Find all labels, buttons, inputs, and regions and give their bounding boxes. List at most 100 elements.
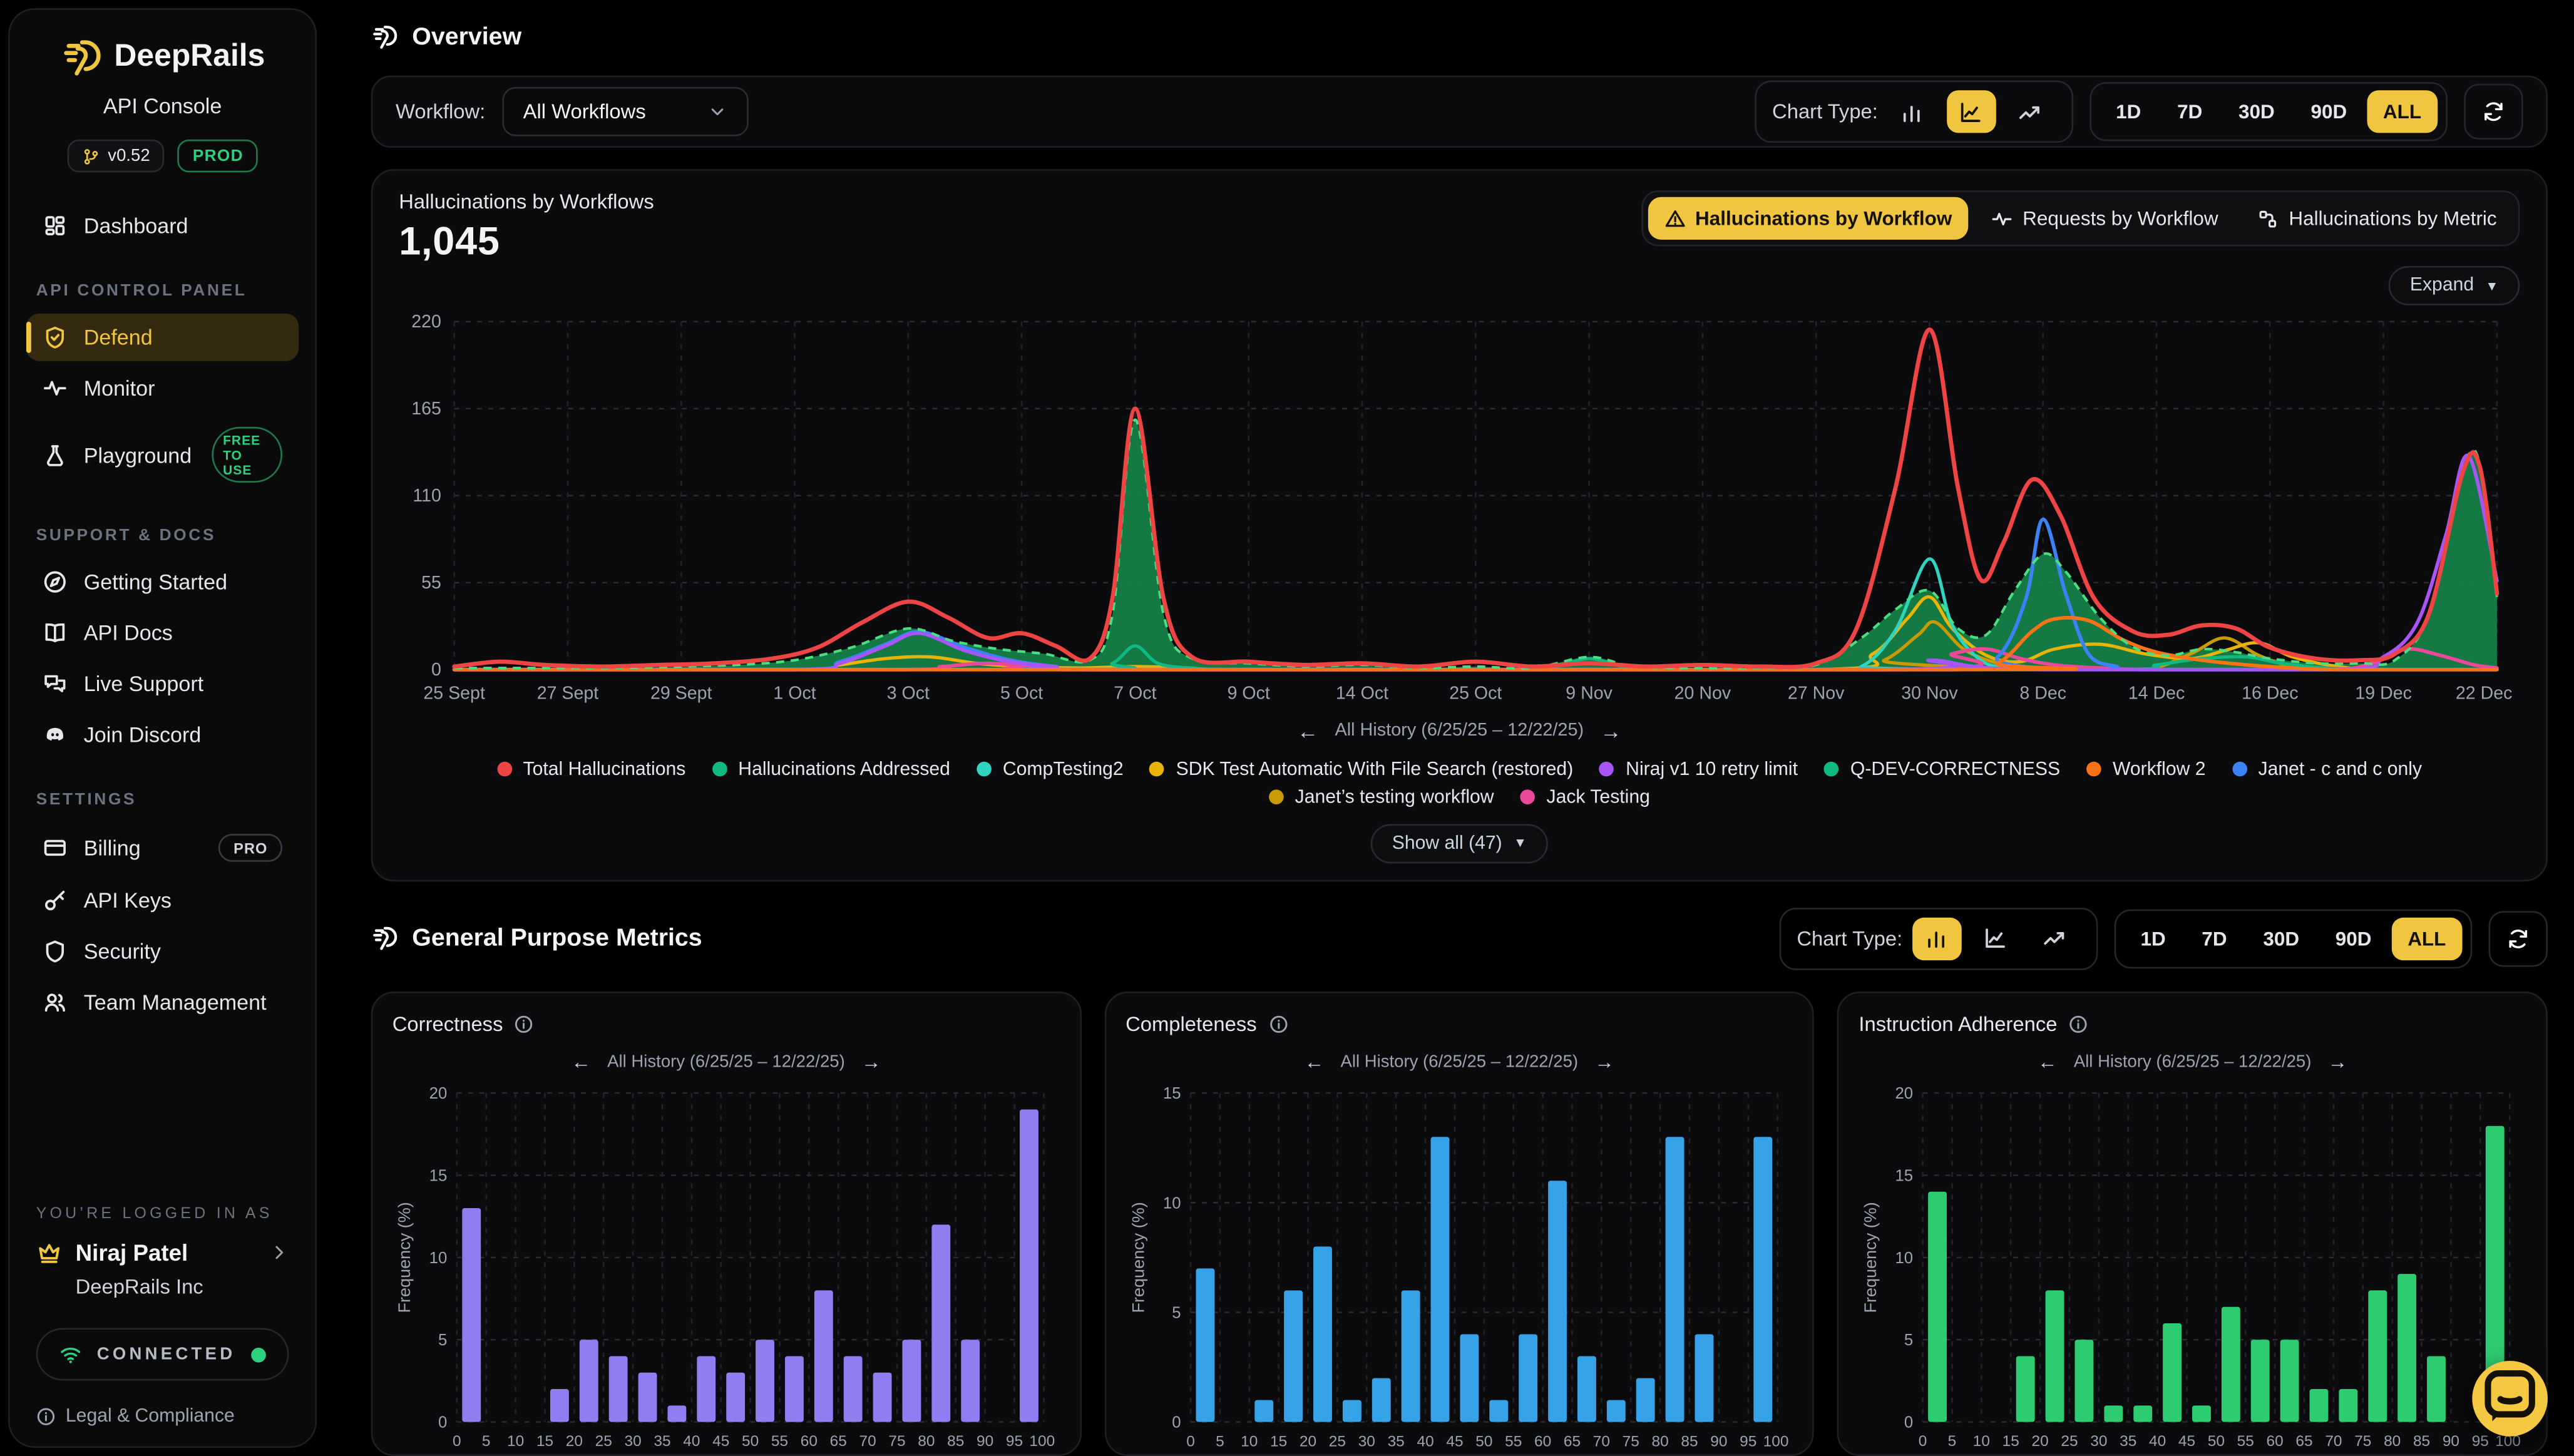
chat-icon [43, 672, 67, 696]
arrow-left-icon[interactable]: ← [2038, 1050, 2057, 1074]
workflow-select[interactable]: All Workflows [502, 87, 748, 136]
info-icon[interactable] [1268, 1014, 1288, 1033]
refresh-button[interactable] [2464, 84, 2523, 140]
sidebar-item-api-keys[interactable]: API Keys [26, 876, 299, 924]
legend-item-hallucinations-addressed[interactable]: Hallucinations Addressed [712, 759, 950, 779]
svg-text:65: 65 [1563, 1432, 1580, 1449]
arrow-left-icon[interactable]: ← [571, 1050, 590, 1074]
svg-text:19 Dec: 19 Dec [2355, 684, 2412, 704]
sidebar-item-label: Security [84, 939, 161, 963]
svg-text:0: 0 [431, 660, 441, 680]
svg-text:55: 55 [2238, 1432, 2255, 1449]
legend-item-sdk-test-automatic-with-file-search-restored[interactable]: SDK Test Automatic With File Search (res… [1150, 759, 1574, 779]
svg-text:25: 25 [2061, 1432, 2078, 1449]
deeprails-logo-icon [371, 925, 399, 953]
show-all-button[interactable]: Show all (47) ▼ [1371, 824, 1548, 863]
range-1d-button[interactable]: 1D [2124, 917, 2182, 960]
legend-item-q-dev-correctness[interactable]: Q-DEV-CORRECTNESS [1824, 759, 2060, 779]
range-7d-button[interactable]: 7D [2161, 90, 2219, 133]
chart-type-line-button[interactable] [1971, 917, 2021, 960]
chart-type-line-button[interactable] [1947, 90, 1996, 133]
legend-item-janets-testing-workflow[interactable]: Janet’s testing workflow [1269, 787, 1494, 807]
svg-text:22 Dec: 22 Dec [2456, 684, 2512, 704]
sidebar-item-api-docs[interactable]: API Docs [26, 609, 299, 657]
legend-item-total-hallucinations[interactable]: Total Hallucinations [497, 759, 686, 779]
chart-type-bar-button[interactable] [1912, 917, 1962, 960]
legal-label: Legal & Compliance [66, 1407, 235, 1426]
metric-icon [2258, 208, 2279, 229]
sidebar-item-join-discord[interactable]: Join Discord [26, 710, 299, 758]
svg-text:30: 30 [1358, 1432, 1375, 1449]
info-icon[interactable] [2069, 1014, 2088, 1033]
svg-text:Frequency (%): Frequency (%) [395, 1201, 414, 1312]
info-icon [36, 1407, 56, 1426]
svg-text:165: 165 [411, 399, 441, 419]
range-30d-button[interactable]: 30D [2247, 917, 2315, 960]
tab-label: Hallucinations by Metric [2289, 207, 2496, 230]
item-badge: PRO [219, 834, 282, 862]
range-90d-button[interactable]: 90D [2294, 90, 2363, 133]
range-30d-button[interactable]: 30D [2222, 90, 2291, 133]
tab-hallucinations-by-workflow[interactable]: Hallucinations by Workflow [1648, 197, 1969, 240]
chart-type-group: Chart Type: [1754, 80, 2073, 143]
legend-item-workflow-2[interactable]: Workflow 2 [2086, 759, 2206, 779]
legend-item-janet-c-and-c-only[interactable]: Janet - c and c only [2232, 759, 2423, 779]
legend-item-comptesting2[interactable]: CompTesting2 [977, 759, 1124, 779]
chart-type-trend-button[interactable] [2031, 917, 2080, 960]
sidebar-nav: DashboardAPI CONTROL PANELDefendMonitorP… [10, 198, 315, 1029]
histogram-correctness: Frequency (%)051015200510152025303540455… [392, 1080, 1060, 1454]
svg-text:35: 35 [1387, 1432, 1404, 1449]
arrow-left-icon[interactable]: ← [1297, 719, 1318, 743]
deeprails-logo-icon [60, 36, 103, 79]
range-1d-button[interactable]: 1D [2100, 90, 2158, 133]
chat-widget-button[interactable] [2472, 1361, 2548, 1437]
chart-type-bar-button[interactable] [1888, 90, 1937, 133]
arrow-right-icon[interactable]: → [1594, 1050, 1614, 1074]
version-badge[interactable]: v0.52 [67, 140, 165, 172]
sidebar-item-live-support[interactable]: Live Support [26, 660, 299, 707]
legend-label: CompTesting2 [1003, 759, 1124, 779]
tab-requests-by-workflow[interactable]: Requests by Workflow [1975, 197, 2235, 240]
svg-text:27 Nov: 27 Nov [1788, 684, 1845, 704]
refresh-button[interactable] [2489, 911, 2548, 966]
section-label-api-control-panel: API CONTROL PANEL [10, 282, 315, 300]
legend-item-niraj-v1-10-retry-limit[interactable]: Niraj v1 10 retry limit [1599, 759, 1798, 779]
sidebar-item-team-management[interactable]: Team Management [26, 978, 299, 1026]
sidebar-item-billing[interactable]: BillingPRO [26, 823, 299, 873]
history-range-label: All History (6/25/25 – 12/22/25) [1335, 721, 1584, 741]
svg-text:10: 10 [1895, 1249, 1914, 1266]
key-icon [43, 888, 67, 913]
range-90d-button[interactable]: 90D [2319, 917, 2388, 960]
info-icon[interactable] [515, 1014, 534, 1033]
arrow-right-icon[interactable]: → [861, 1050, 881, 1074]
sidebar-item-playground[interactable]: PlaygroundFREE TO USE [26, 415, 299, 494]
user-menu[interactable]: Niraj Patel [36, 1239, 289, 1266]
range-group: 1D7D30D90DALL [2115, 909, 2473, 968]
sidebar-item-security[interactable]: Security [26, 928, 299, 975]
tab-hallucinations-by-metric[interactable]: Hallucinations by Metric [2241, 197, 2513, 240]
sidebar-item-dashboard[interactable]: Dashboard [26, 202, 299, 250]
chart-type-trend-button[interactable] [2006, 90, 2055, 133]
legend-item-jack-testing[interactable]: Jack Testing [1520, 787, 1650, 807]
svg-text:85: 85 [1680, 1432, 1697, 1449]
legend-label: Hallucinations Addressed [738, 759, 950, 779]
credit-card-icon [43, 836, 67, 860]
svg-text:Frequency (%): Frequency (%) [1862, 1201, 1880, 1312]
range-7d-button[interactable]: 7D [2185, 917, 2243, 960]
range-all-button[interactable]: ALL [2367, 90, 2438, 133]
crown-icon [36, 1239, 63, 1266]
expand-button[interactable]: Expand ▼ [2389, 266, 2520, 305]
arrow-right-icon[interactable]: → [2328, 1050, 2347, 1074]
caret-down-icon: ▼ [2486, 278, 2499, 293]
sidebar-item-label: Team Management [84, 990, 267, 1014]
workflow-label: Workflow: [396, 100, 485, 123]
svg-text:20: 20 [429, 1084, 448, 1102]
sidebar-item-monitor[interactable]: Monitor [26, 364, 299, 412]
legal-link[interactable]: Legal & Compliance [36, 1407, 289, 1426]
sidebar-item-defend[interactable]: Defend [26, 314, 299, 361]
svg-text:55: 55 [1504, 1432, 1521, 1449]
range-all-button[interactable]: ALL [2391, 917, 2463, 960]
sidebar-item-getting-started[interactable]: Getting Started [26, 558, 299, 606]
arrow-left-icon[interactable]: ← [1305, 1050, 1324, 1074]
arrow-right-icon[interactable]: → [1600, 719, 1621, 743]
